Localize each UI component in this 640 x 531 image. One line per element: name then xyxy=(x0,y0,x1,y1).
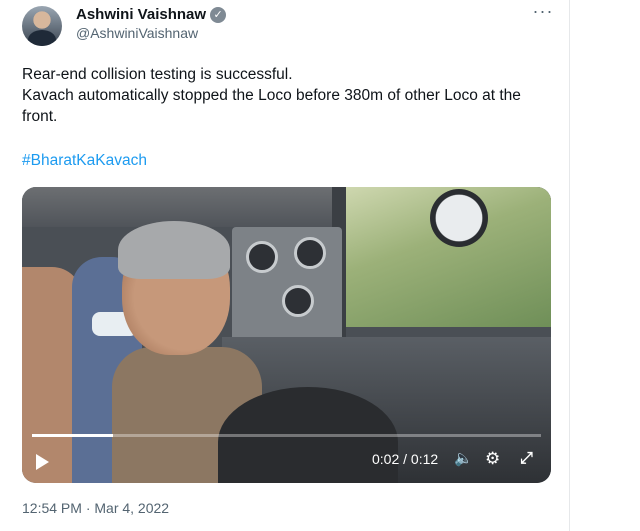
panel-dial xyxy=(282,285,314,317)
more-options-icon[interactable]: ··· xyxy=(530,2,556,24)
video-player[interactable]: 0:02 / 0:12 🔈 ⚙ ⤢ xyxy=(22,187,551,483)
video-frame-man-hair xyxy=(118,221,230,279)
fullscreen-icon[interactable]: ⤢ xyxy=(520,449,533,469)
tweet-card: Ashwini Vaishnaw ✓ @AshwiniVaishnaw ··· … xyxy=(0,0,570,531)
volume-icon[interactable]: 🔈 xyxy=(454,449,473,469)
video-frame-gauge xyxy=(430,189,488,247)
tweet-text-line-2: Kavach automatically stopped the Loco be… xyxy=(22,87,521,125)
avatar[interactable] xyxy=(22,6,62,46)
settings-icon[interactable]: ⚙ xyxy=(485,449,500,469)
panel-dial xyxy=(246,241,278,273)
author-display-name[interactable]: Ashwini Vaishnaw xyxy=(76,6,206,23)
video-time: 0:02 / 0:12 xyxy=(372,451,439,467)
tweet-text: Rear-end collision testing is successful… xyxy=(22,64,552,127)
panel-dial xyxy=(294,237,326,269)
video-frame-control-panel xyxy=(232,227,342,347)
hashtag-link[interactable]: #BharatKaKavach xyxy=(22,152,147,170)
play-icon[interactable] xyxy=(36,454,49,470)
video-progress-bar[interactable] xyxy=(32,434,541,437)
verified-badge-icon: ✓ xyxy=(210,6,227,23)
author-handle[interactable]: @AshwiniVaishnaw xyxy=(76,25,198,41)
tweet-timestamp[interactable]: 12:54 PM · Mar 4, 2022 xyxy=(22,500,169,516)
tweet-text-line-1: Rear-end collision testing is successful… xyxy=(22,66,293,83)
video-progress-fill xyxy=(32,434,114,437)
author-name-row: Ashwini Vaishnaw ✓ xyxy=(76,6,227,23)
